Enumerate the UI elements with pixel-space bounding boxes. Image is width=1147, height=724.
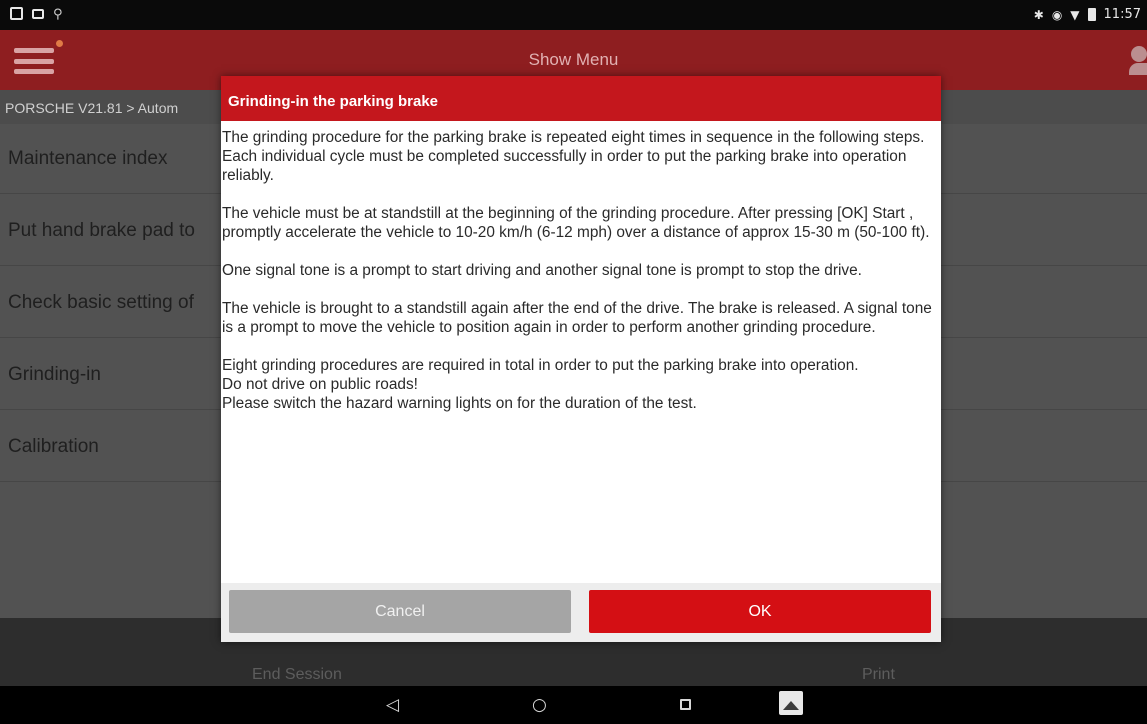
print-button[interactable]: Print bbox=[862, 666, 895, 684]
dialog-message: The grinding procedure for the parking b… bbox=[221, 121, 941, 583]
page-title: Show Menu bbox=[528, 50, 619, 69]
dialog-paragraph: The vehicle is brought to a standstill a… bbox=[222, 300, 932, 336]
dialog-paragraph: One signal tone is a prompt to start dri… bbox=[222, 262, 862, 279]
dialog-final-line: Eight grinding procedures are required i… bbox=[222, 357, 859, 374]
gallery-notification-icon bbox=[10, 7, 23, 20]
battery-icon bbox=[1087, 8, 1096, 21]
dialog-title: Grinding-in the parking brake bbox=[221, 76, 941, 121]
sync-icon: ◉ bbox=[1051, 7, 1063, 22]
wifi-icon: ▼ bbox=[1070, 7, 1080, 22]
navigation-bar: ◁ ○ bbox=[0, 686, 1147, 724]
dialog-footer: Cancel OK bbox=[221, 583, 941, 642]
list-item-label: Calibration bbox=[8, 436, 99, 457]
dialog-paragraph: The vehicle must be at standstill at the… bbox=[222, 205, 930, 241]
dialog-paragraph: The grinding procedure for the parking b… bbox=[222, 129, 925, 184]
back-icon[interactable]: ◁ bbox=[386, 695, 399, 715]
user-avatar-icon[interactable] bbox=[1129, 46, 1147, 76]
clock: 11:57 bbox=[1103, 7, 1141, 22]
grinding-in-dialog: Grinding-in the parking brake The grindi… bbox=[221, 76, 941, 642]
bluetooth-icon: ✱ bbox=[1033, 7, 1044, 22]
list-item-label: Maintenance index bbox=[8, 148, 168, 169]
cancel-button[interactable]: Cancel bbox=[229, 590, 571, 633]
gallery-icon[interactable] bbox=[779, 691, 803, 715]
end-session-button[interactable]: End Session bbox=[252, 666, 342, 684]
ok-button[interactable]: OK bbox=[589, 590, 931, 633]
screen-notification-icon bbox=[32, 8, 44, 19]
home-icon[interactable]: ○ bbox=[532, 695, 547, 715]
system-icons: ✱ ◉ ▼ 11:57 bbox=[1034, 7, 1141, 22]
list-item-label: Put hand brake pad to bbox=[8, 220, 195, 241]
dialog-final-line: Do not drive on public roads! bbox=[222, 376, 418, 393]
status-bar: ⚲ ✱ ◉ ▼ 11:57 bbox=[0, 0, 1147, 30]
notification-dot bbox=[56, 40, 63, 47]
dialog-final-line: Please switch the hazard warning lights … bbox=[222, 395, 697, 412]
list-item-label: Check basic setting of bbox=[8, 292, 194, 313]
wifi-signal-icon: ⚲ bbox=[53, 6, 63, 21]
list-item-label: Grinding-in bbox=[8, 364, 101, 385]
recents-icon[interactable] bbox=[680, 699, 691, 710]
notification-icons: ⚲ bbox=[10, 7, 63, 20]
